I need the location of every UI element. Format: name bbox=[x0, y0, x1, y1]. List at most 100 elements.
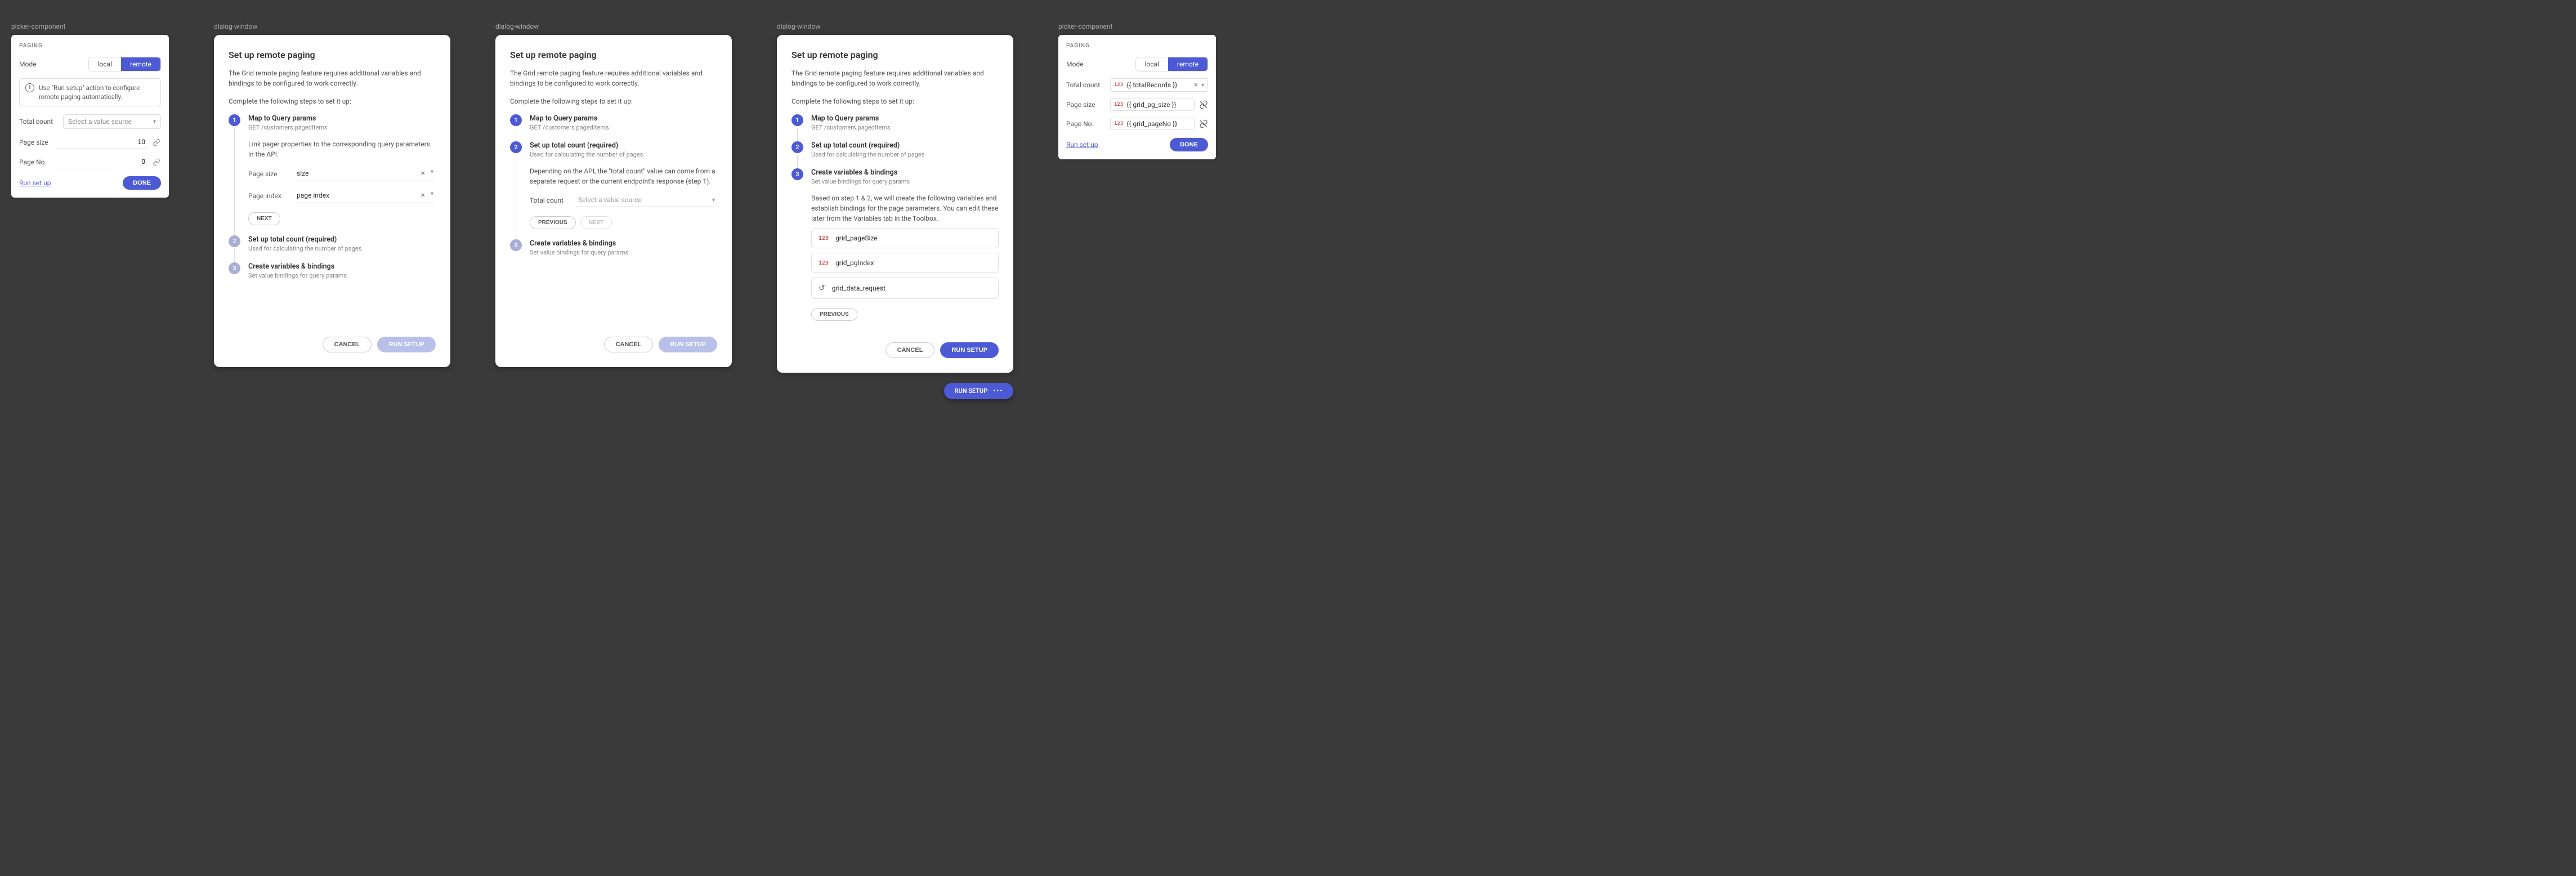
chevron-down-icon: ▾ bbox=[153, 119, 156, 125]
step-2-sub: Used for calculating the number of pages… bbox=[248, 245, 436, 252]
page-no-input[interactable] bbox=[56, 155, 147, 168]
chevron-down-icon[interactable]: ▾ bbox=[431, 169, 433, 178]
cancel-button[interactable]: CANCEL bbox=[604, 337, 654, 352]
unbind-icon[interactable] bbox=[1199, 119, 1208, 128]
run-setup-chip-label: RUN SETUP bbox=[954, 387, 987, 395]
total-count-placeholder: Select a value source bbox=[68, 118, 132, 126]
step-3-content: Based on step 1 & 2, we will create the … bbox=[811, 193, 999, 224]
step-1-title: Map to Query params bbox=[248, 114, 436, 123]
panel-label: picker-component bbox=[11, 23, 169, 30]
run-setup-link[interactable]: Run set up bbox=[19, 179, 51, 187]
next-button[interactable]: NEXT bbox=[248, 212, 280, 225]
variable-row[interactable]: 123 grid_pgIndex bbox=[811, 253, 999, 273]
dialog-desc: The Grid remote paging feature requires … bbox=[791, 68, 999, 88]
total-count-label: Total count bbox=[1066, 81, 1106, 89]
mode-label: Mode bbox=[1066, 60, 1106, 68]
dialog-title: Set up remote paging bbox=[791, 50, 999, 60]
variable-name: grid_data_request bbox=[832, 284, 886, 292]
run-setup-chip[interactable]: RUN SETUP ••• bbox=[944, 383, 1013, 399]
chevron-down-icon[interactable]: ▾ bbox=[431, 191, 433, 200]
page-size-label: Page size bbox=[1066, 101, 1106, 109]
page-no-label: Page No. bbox=[1066, 120, 1106, 128]
variable-row[interactable]: ↺ grid_data_request bbox=[811, 278, 999, 299]
step-1-sub: GET /customers.pagedItems bbox=[248, 124, 436, 131]
dialog-instruction: Complete the following steps to set it u… bbox=[510, 96, 717, 106]
total-count-select[interactable]: Select a value source ▾ bbox=[576, 193, 717, 207]
run-setup-link[interactable]: Run set up bbox=[1066, 141, 1098, 149]
unbind-icon[interactable] bbox=[1199, 100, 1208, 109]
number-type-icon: 123 bbox=[1114, 102, 1123, 108]
mode-local-button[interactable]: local bbox=[1136, 57, 1169, 71]
step-2-content: Depending on the API, the "total count" … bbox=[530, 166, 717, 186]
step-2-badge: 2 bbox=[791, 141, 803, 153]
chevron-down-icon[interactable]: ▾ bbox=[712, 197, 715, 203]
mode-remote-button[interactable]: remote bbox=[1168, 57, 1208, 71]
page-size-param-input[interactable]: size ×▾ bbox=[294, 166, 436, 181]
clear-icon[interactable]: × bbox=[1193, 81, 1197, 90]
setup-dialog-step1: Set up remote paging The Grid remote pag… bbox=[214, 35, 450, 367]
variable-name: grid_pageSize bbox=[835, 234, 878, 242]
page-size-input[interactable] bbox=[56, 136, 147, 149]
page-size-bound-input[interactable]: 123 {{ grid_pg_size }} bbox=[1110, 99, 1195, 111]
mode-local-button[interactable]: local bbox=[89, 57, 122, 71]
mode-toggle[interactable]: local remote bbox=[1135, 57, 1208, 71]
picker-paging-panel: PAGING Mode local remote i Use "Run setu… bbox=[11, 35, 169, 198]
dialog-instruction: Complete the following steps to set it u… bbox=[791, 96, 999, 106]
step-1-title: Map to Query params bbox=[530, 114, 717, 123]
page-index-param-value: page index bbox=[297, 191, 417, 199]
page-no-label: Page No. bbox=[19, 158, 51, 166]
number-type-icon: 123 bbox=[819, 235, 829, 242]
panel-label: dialog-window bbox=[495, 23, 732, 30]
step-1-title: Map to Query params bbox=[811, 114, 999, 123]
step-3-title: Create variables & bindings bbox=[248, 262, 436, 271]
panel-label: picker-component bbox=[1058, 23, 1216, 30]
step-2-badge: 2 bbox=[510, 141, 522, 153]
total-count-select[interactable]: Select a value source ▾ bbox=[63, 114, 161, 129]
setup-dialog-step2: Set up remote paging The Grid remote pag… bbox=[495, 35, 732, 367]
clear-icon[interactable]: × bbox=[421, 169, 424, 178]
run-setup-button[interactable]: RUN SETUP bbox=[659, 337, 717, 352]
step-1-sub: GET /customers.pagedItems bbox=[530, 124, 717, 131]
bind-icon[interactable] bbox=[152, 158, 161, 167]
setup-dialog-step3: Set up remote paging The Grid remote pag… bbox=[777, 35, 1013, 373]
bind-icon[interactable] bbox=[152, 138, 161, 147]
clear-icon[interactable]: × bbox=[421, 191, 424, 200]
run-setup-button[interactable]: RUN SETUP bbox=[377, 337, 436, 352]
step-2-sub: Used for calculating the number of pages bbox=[530, 151, 717, 158]
total-count-bound-input[interactable]: 123 {{ totalRecords }} × ▾ bbox=[1110, 78, 1208, 92]
step-3-badge: 3 bbox=[510, 239, 522, 251]
step-3-title: Create variables & bindings bbox=[811, 168, 999, 177]
total-count-placeholder: Select a value source bbox=[578, 196, 709, 204]
variable-row[interactable]: 123 grid_pageSize bbox=[811, 228, 999, 248]
run-setup-button[interactable]: RUN SETUP bbox=[940, 342, 999, 358]
step-2-badge: 2 bbox=[229, 235, 240, 247]
previous-button[interactable]: PREVIOUS bbox=[811, 308, 857, 321]
mode-remote-button[interactable]: remote bbox=[121, 57, 160, 71]
dialog-desc: The Grid remote paging feature requires … bbox=[229, 68, 436, 88]
number-type-icon: 123 bbox=[819, 260, 829, 266]
cancel-button[interactable]: CANCEL bbox=[323, 337, 372, 352]
panel-label: dialog-window bbox=[777, 23, 1013, 30]
done-button[interactable]: DONE bbox=[123, 176, 161, 190]
page-no-binding: {{ grid_pageNo }} bbox=[1126, 120, 1191, 128]
step-2-title: Set up total count (required) bbox=[248, 235, 436, 244]
previous-button[interactable]: PREVIOUS bbox=[530, 216, 576, 229]
step-3-sub: Set value bindings for query params bbox=[530, 249, 717, 256]
page-index-param-input[interactable]: page index × ▾ bbox=[294, 188, 436, 203]
loading-dots-icon: ••• bbox=[993, 387, 1003, 395]
step-1-badge: 1 bbox=[791, 114, 803, 126]
page-size-binding: {{ grid_pg_size }} bbox=[1126, 101, 1191, 109]
page-no-bound-input[interactable]: 123 {{ grid_pageNo }} bbox=[1110, 118, 1195, 130]
mode-toggle[interactable]: local remote bbox=[88, 57, 161, 71]
request-icon: ↺ bbox=[819, 284, 825, 293]
info-box: i Use "Run setup" action to configure re… bbox=[19, 78, 161, 106]
step-1-content: Link pager properties to the correspondi… bbox=[248, 139, 436, 159]
done-button[interactable]: DONE bbox=[1170, 138, 1208, 151]
chevron-down-icon[interactable]: ▾ bbox=[1201, 82, 1204, 88]
total-count-label: Total count bbox=[19, 118, 59, 126]
step-2-title: Set up total count (required) bbox=[811, 141, 999, 150]
step-1-badge: 1 bbox=[229, 114, 240, 126]
dialog-title: Set up remote paging bbox=[229, 50, 436, 60]
cancel-button[interactable]: CANCEL bbox=[886, 342, 935, 358]
mode-label: Mode bbox=[19, 60, 59, 68]
